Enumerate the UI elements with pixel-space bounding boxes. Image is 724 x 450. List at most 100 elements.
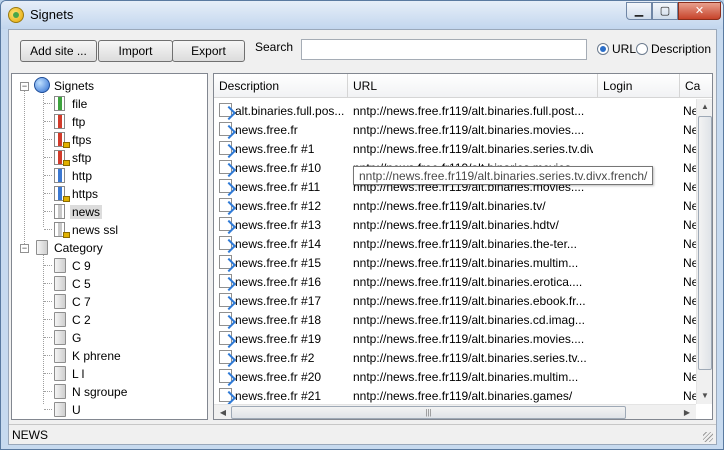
table-row[interactable]: news.free.fr nntp://news.free.fr119/alt.b… <box>214 120 698 139</box>
scroll-up-icon[interactable]: ▲ <box>697 102 712 111</box>
tree-node-label: file <box>72 97 88 111</box>
table-row[interactable]: news.free.fr #19 nntp://news.free.fr119/a… <box>214 329 698 348</box>
bookmark-link-icon <box>219 255 232 269</box>
tree-node-label: N sgroupe <box>72 385 128 399</box>
table-row[interactable]: news.free.fr #12 nntp://news.free.fr119/a… <box>214 196 698 215</box>
folder-icon <box>54 366 66 381</box>
table-row[interactable]: news.free.fr #17 nntp://news.free.fr119/a… <box>214 291 698 310</box>
table-row[interactable]: news.free.fr #1 nntp://news.free.fr119/al… <box>214 139 698 158</box>
export-button[interactable]: Export <box>172 40 245 62</box>
table-row[interactable]: news.free.fr #18 nntp://news.free.fr119/a… <box>214 310 698 329</box>
resize-grip-icon[interactable] <box>703 432 713 442</box>
horizontal-scrollbar[interactable]: ◀ ||| ▶ <box>214 404 696 419</box>
table-row[interactable]: news.free.fr #13 nntp://news.free.fr119/a… <box>214 215 698 234</box>
cell-url: nntp://news.free.fr119/alt.binaries.cd.i… <box>353 313 585 327</box>
tree-guide <box>44 175 52 176</box>
tree-node-label: news <box>70 205 103 219</box>
bookmark-link-icon <box>219 293 232 307</box>
cell-url: nntp://news.free.fr119/alt.binaries.game… <box>353 389 573 403</box>
column-header-category[interactable]: Ca <box>680 74 712 98</box>
bookmark-tree[interactable]: − Signets file ftp ftps sftp http https … <box>11 73 208 420</box>
client-area: Add site ... Import Export Search URL De… <box>8 29 717 445</box>
radio-description-circle[interactable] <box>636 43 648 55</box>
search-label: Search <box>255 40 294 54</box>
tree-guide <box>44 193 52 194</box>
tree-node-label: Category <box>54 241 103 255</box>
bookmark-link-icon <box>219 369 232 383</box>
folder-icon <box>54 384 66 399</box>
cell-url: nntp://news.free.fr119/alt.binaries.mult… <box>353 256 579 270</box>
table-row[interactable]: news.free.fr #20 nntp://news.free.fr119/a… <box>214 367 698 386</box>
column-header-url[interactable]: URL <box>348 74 598 98</box>
radio-description[interactable]: Description <box>636 42 711 56</box>
table-row[interactable]: news.free.fr #16 nntp://news.free.fr119/a… <box>214 272 698 291</box>
tree-guide <box>44 229 52 230</box>
folder-icon <box>36 240 48 255</box>
bookmark-list[interactable]: Description URL Login Ca alt.binaries.fu… <box>213 73 713 420</box>
column-header-description[interactable]: Description <box>214 74 348 98</box>
cell-description: news.free.fr #2 <box>235 351 315 365</box>
cell-url: nntp://news.free.fr119/alt.binaries.full… <box>353 104 585 118</box>
scroll-down-icon[interactable]: ▼ <box>697 391 712 400</box>
grip-icon: ||| <box>425 408 432 417</box>
https-icon <box>54 186 70 202</box>
folder-icon <box>54 276 66 291</box>
cell-url: nntp://news.free.fr119/alt.binaries.tv/ <box>353 199 546 213</box>
horizontal-scroll-thumb[interactable]: ||| <box>231 406 626 419</box>
tree-guide <box>43 92 44 227</box>
tree-expander-signets[interactable]: − <box>20 82 29 91</box>
radio-url[interactable]: URL <box>597 42 636 56</box>
news-icon <box>54 204 65 219</box>
cell-description: news.free.fr #1 <box>235 142 315 156</box>
table-row[interactable]: news.free.fr #21 nntp://news.free.fr119/a… <box>214 386 698 405</box>
status-text: NEWS <box>12 428 48 442</box>
status-bar: NEWS <box>9 424 716 444</box>
cell-description: news.free.fr #14 <box>235 237 322 251</box>
tree-node-label: sftp <box>72 151 92 165</box>
ftps-icon <box>54 132 70 148</box>
vertical-scroll-thumb[interactable] <box>698 116 712 370</box>
url-tooltip: nntp://news.free.fr119/alt.binaries.seri… <box>353 166 654 185</box>
cell-description: news.free.fr #10 <box>235 161 322 175</box>
cell-url: nntp://news.free.fr119/alt.binaries.movi… <box>353 123 585 137</box>
tree-node-label: http <box>72 169 93 183</box>
radio-url-circle[interactable] <box>597 43 609 55</box>
search-input[interactable] <box>301 39 587 60</box>
scroll-left-icon[interactable]: ◀ <box>215 408 231 417</box>
tree-guide <box>44 265 52 266</box>
minimize-button[interactable]: ▁ <box>626 2 652 20</box>
folder-icon <box>54 330 66 345</box>
scroll-right-icon[interactable]: ▶ <box>679 408 695 417</box>
cell-description: news.free.fr #13 <box>235 218 322 232</box>
close-button[interactable]: ✕ <box>678 2 721 20</box>
lock-icon <box>63 196 70 202</box>
ftp-icon <box>54 114 65 129</box>
cell-url: nntp://news.free.fr119/alt.binaries.the-… <box>353 237 577 251</box>
cell-description: news.free.fr #20 <box>235 370 322 384</box>
tree-guide <box>44 319 52 320</box>
vertical-scrollbar[interactable]: ▲ ▼ <box>696 99 712 404</box>
maximize-button[interactable]: ▢ <box>652 2 678 20</box>
tree-node-label: G <box>72 331 82 345</box>
radio-url-label: URL <box>612 42 637 56</box>
folder-icon <box>54 312 66 327</box>
cell-url: nntp://news.free.fr119/alt.binaries.seri… <box>353 351 587 365</box>
table-row[interactable]: news.free.fr #2 nntp://news.free.fr119/al… <box>214 348 698 367</box>
cell-description: news.free.fr #17 <box>235 294 322 308</box>
cell-url: nntp://news.free.fr119/alt.binaries.eboo… <box>353 294 586 308</box>
bookmark-link-icon <box>219 312 232 326</box>
table-row[interactable]: news.free.fr #14 nntp://news.free.fr119/a… <box>214 234 698 253</box>
table-row[interactable]: news.free.fr #15 nntp://news.free.fr119/a… <box>214 253 698 272</box>
table-row[interactable]: alt.binaries.full.pos... nntp://news.free… <box>214 101 698 120</box>
tree-guide <box>44 391 52 392</box>
tree-expander-category[interactable]: − <box>20 244 29 253</box>
title-bar[interactable]: Signets ▁ ▢ ✕ <box>1 1 723 29</box>
tree-node-label: L l <box>72 367 85 381</box>
tree-guide <box>44 211 52 212</box>
folder-icon <box>54 258 66 273</box>
bookmark-link-icon <box>219 141 232 155</box>
add-site-button[interactable]: Add site ... <box>20 40 97 62</box>
tree-guide <box>44 355 52 356</box>
column-header-login[interactable]: Login <box>598 74 680 98</box>
import-button[interactable]: Import <box>98 40 173 62</box>
